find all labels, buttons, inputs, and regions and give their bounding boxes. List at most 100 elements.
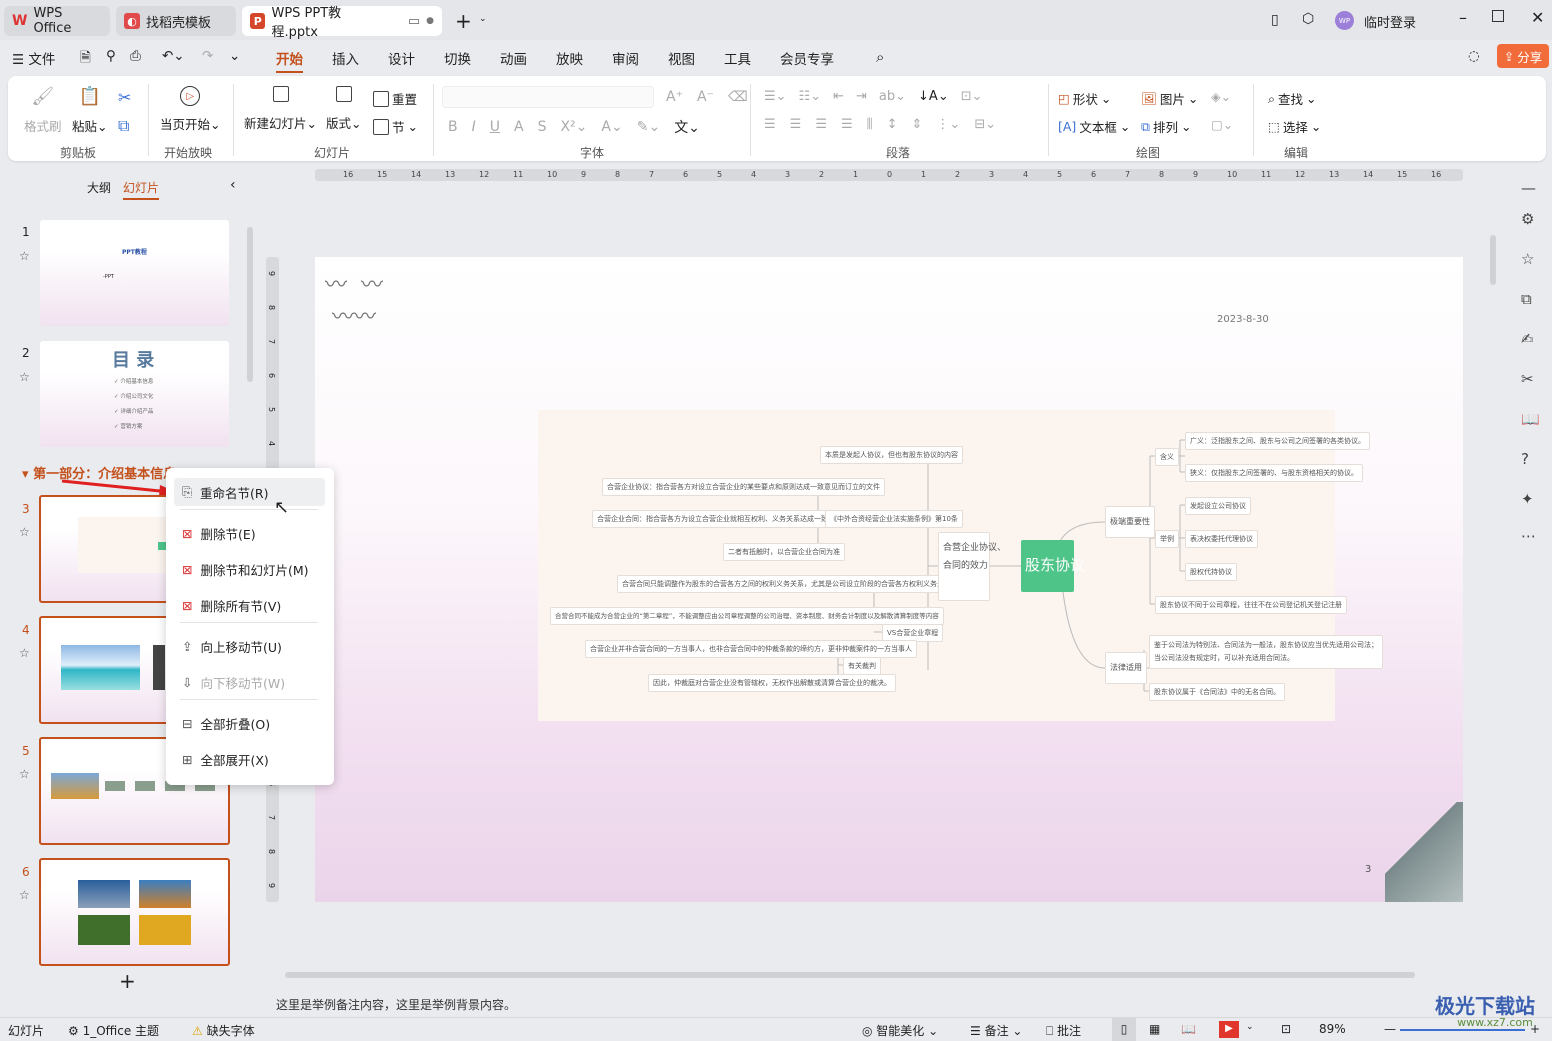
slide-thumb-1[interactable]: PPT教程 -PPT <box>40 220 229 326</box>
gift-icon[interactable]: ✦ <box>1521 490 1534 508</box>
context-menu-item[interactable]: ⊠ 删除所有节(V) <box>174 591 325 619</box>
share-button[interactable]: ⇪ 分享 <box>1497 44 1549 68</box>
beautify-button[interactable]: ◎ 智能美化 ⌄ <box>862 1022 938 1039</box>
context-menu-item[interactable]: ⊞ 全部展开(X) <box>174 745 325 773</box>
context-menu-item[interactable]: ⊠ 删除节和幻灯片(M) <box>174 555 325 583</box>
outline-icon[interactable]: ▢⌄ <box>1211 117 1233 132</box>
cut-icon[interactable]: ✂ <box>118 88 131 107</box>
close-button[interactable]: ✕ <box>1531 8 1544 27</box>
font-family-select[interactable] <box>442 86 654 108</box>
context-menu-item[interactable]: ⎘ 重命名节(R) <box>174 478 325 506</box>
maximize-button[interactable] <box>1492 10 1504 22</box>
redo-button[interactable]: ↷ <box>202 48 213 64</box>
more-icon[interactable]: ⋯ <box>1521 527 1536 545</box>
slide-count[interactable]: 幻灯片 <box>8 1022 44 1039</box>
tab-tools[interactable]: 工具 <box>724 48 751 68</box>
select-button[interactable]: ⬚ 选择 ⌄ <box>1268 117 1321 136</box>
font-size-buttons[interactable]: A⁺ A⁻ ⌫ <box>666 89 748 105</box>
format-painter-button[interactable]: 🖌 格式刷 <box>24 86 62 135</box>
copy-icon[interactable]: ⧉ <box>118 116 129 136</box>
tab-outline[interactable]: 大纲 <box>87 179 111 196</box>
save-icon[interactable]: 🗎 <box>80 48 91 71</box>
minus-icon[interactable]: — <box>1521 179 1536 197</box>
star-icon[interactable]: ☆ <box>19 249 30 263</box>
horizontal-ruler[interactable]: 16 15 14 13 12 11 10 9 8 7 6 5 4 3 2 1 0 1 2 3 4 5 6 7 8 9 10 11 12 1… <box>315 169 1463 181</box>
star-icon[interactable]: ☆ <box>19 888 30 902</box>
new-tab-button[interactable]: + <box>455 9 472 33</box>
minimize-button[interactable]: – <box>1459 8 1467 27</box>
context-menu-item[interactable]: ⊠ 删除节(E) <box>174 519 325 547</box>
file-menu[interactable]: ☰ 文件 <box>12 48 55 68</box>
cube-icon[interactable]: ⬡ <box>1302 11 1314 27</box>
missing-font-button[interactable]: ⚠ 缺失字体 <box>192 1022 255 1039</box>
login-button[interactable]: 临时登录 <box>1364 12 1416 31</box>
zoom-slider[interactable] <box>1400 1029 1525 1031</box>
phone-icon[interactable]: ▯ <box>1271 12 1279 28</box>
star-icon[interactable]: ☆ <box>19 525 30 539</box>
play-options-chevron-icon[interactable]: ⌄ <box>1246 1022 1254 1032</box>
fill-icon[interactable]: ◈⌄ <box>1211 89 1231 104</box>
tab-member[interactable]: 会员专享 <box>780 48 834 68</box>
comment-button[interactable]: ⎕ 批注 <box>1046 1022 1081 1039</box>
collapse-panel-icon[interactable]: ‹ <box>230 177 236 193</box>
monitor-icon[interactable]: ▭ <box>408 14 420 29</box>
properties-icon[interactable]: ⚙ <box>1521 210 1534 228</box>
zoom-level[interactable]: 89% <box>1319 1022 1346 1036</box>
layout-button[interactable]: 版式⌄ <box>326 86 362 132</box>
star-icon[interactable]: ☆ <box>19 646 30 660</box>
print-preview-icon[interactable]: ⎙ <box>130 48 141 64</box>
paragraph-row2[interactable]: ☰ ☰ ☰ ☰ ⫼ ↕ ⇕ ⋮⌄ ⊟⌄ <box>764 117 996 132</box>
tab-view[interactable]: 视图 <box>668 48 695 68</box>
notes-button[interactable]: ☰ 备注 ⌄ <box>970 1022 1022 1039</box>
tab-list-chevron-icon[interactable]: ⌄ <box>479 14 487 24</box>
play-slideshow-button[interactable]: ▶ <box>1219 1021 1239 1038</box>
star-effect-icon[interactable]: ☆ <box>1521 250 1534 268</box>
more-quick-chevron-icon[interactable]: ⌄ <box>229 48 240 64</box>
font-style-buttons[interactable]: B I U A S X²⌄ A⌄ ✎⌄ 文⌄ <box>448 117 700 137</box>
context-menu-item[interactable]: ⊟ 全部折叠(O) <box>174 709 325 737</box>
tab-transitions[interactable]: 切换 <box>444 48 471 68</box>
fit-window-button[interactable]: ⊡ <box>1281 1022 1291 1036</box>
textbox-button[interactable]: [A] 文本框 ⌄ <box>1058 117 1130 136</box>
help-icon[interactable]: ? <box>1521 450 1529 468</box>
paste-button[interactable]: 📋 粘贴⌄ <box>72 86 108 135</box>
avatar[interactable]: WP <box>1335 11 1354 30</box>
normal-view-button[interactable]: ▯ <box>1112 1018 1136 1041</box>
notes-area[interactable]: 这里是举例备注内容，这里是举例背景内容。 <box>262 988 1502 1016</box>
star-icon[interactable]: ☆ <box>19 767 30 781</box>
book-icon[interactable]: 📖 <box>1521 410 1540 428</box>
horizontal-scrollbar[interactable] <box>285 972 1415 978</box>
slide-thumb-2[interactable]: 目 录 ✓ 介绍基本信息 ✓ 介绍公司文化 ✓ 详细介绍产品 ✓ 营销方案 <box>40 341 229 447</box>
shape-button[interactable]: ◰ 形状 ⌄ <box>1058 89 1111 108</box>
star-icon[interactable]: ☆ <box>19 370 30 384</box>
reading-view-button[interactable]: 📖 <box>1181 1022 1196 1036</box>
undo-button[interactable]: ↶⌄ <box>162 48 185 64</box>
tools-icon[interactable]: ✂ <box>1521 370 1534 388</box>
arrange-button[interactable]: ⧉ 排列 ⌄ <box>1141 117 1191 136</box>
canvas-scrollbar[interactable] <box>1490 235 1496 285</box>
tab-wps-office[interactable]: W WPS Office <box>4 6 110 36</box>
find-button[interactable]: ⌕ 查找 ⌄ <box>1268 89 1317 108</box>
tab-slideshow[interactable]: 放映 <box>556 48 583 68</box>
context-menu-item[interactable]: ⇩ 向下移动节(W) <box>174 668 325 696</box>
play-current-button[interactable]: ▷ 当页开始⌄ <box>160 86 221 133</box>
tab-document[interactable]: P WPS PPT教程.pptx ▭ ● <box>242 6 442 40</box>
new-slide-button[interactable]: 新建幻灯片⌄ <box>244 86 317 132</box>
theme-button[interactable]: ⚙ 1_Office 主题 <box>68 1022 159 1039</box>
tab-design[interactable]: 设计 <box>388 48 415 68</box>
tab-docer[interactable]: ◐ 找稻壳模板 <box>116 6 236 36</box>
reset-button[interactable]: 重置 <box>373 89 417 108</box>
slide-thumb-6[interactable] <box>39 858 230 966</box>
panel-scrollbar[interactable] <box>247 227 253 382</box>
mindmap-image[interactable]: 本质是发起人协议，但也有股东协议的内容 合营企业协议：指合营各方对设立合营企业的… <box>538 410 1383 721</box>
picture-button[interactable]: 🖼 图片 ⌄ <box>1141 89 1198 108</box>
slide-canvas[interactable]: 〰 〰 〰〰 2023-8-30 3 本质是发起人协议，但也有股东协议的内容 合… <box>315 257 1463 902</box>
tab-home[interactable]: 开始 <box>276 48 303 73</box>
design-icon[interactable]: ✍ <box>1521 330 1534 348</box>
tab-slides[interactable]: 幻灯片 <box>123 179 160 200</box>
slide-sorter-button[interactable]: ▦ <box>1149 1022 1160 1036</box>
paragraph-row1[interactable]: ☰⌄ ☷⌄ ⇤ ⇥ ab⌄ ↓A⌄ ⊡⌄ <box>764 89 983 104</box>
add-slide-button[interactable]: + <box>119 969 136 993</box>
share-link-icon[interactable]: ⚲ <box>106 48 116 64</box>
search-icon[interactable]: ⌕ <box>876 48 884 66</box>
